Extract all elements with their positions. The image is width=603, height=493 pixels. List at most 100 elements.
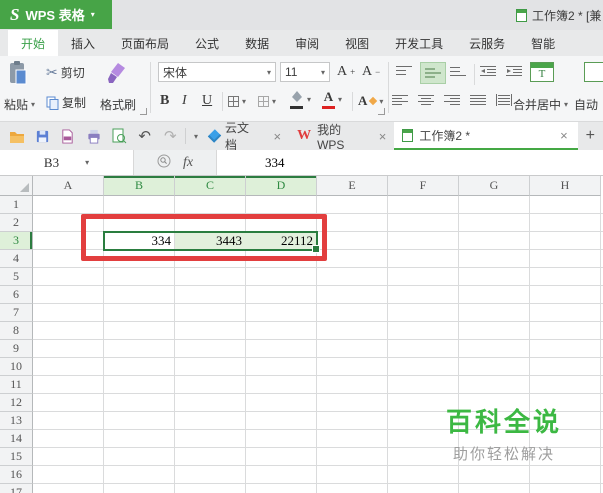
wrap-text-icon[interactable] (584, 62, 603, 82)
menu-tab-智能[interactable]: 智能 (518, 30, 568, 56)
menu-tab-开始[interactable]: 开始 (8, 30, 59, 56)
row-header-9[interactable]: 9 (0, 340, 33, 358)
row-header-1[interactable]: 1 (0, 196, 33, 214)
save-icon[interactable] (32, 125, 54, 147)
close-tab-icon[interactable]: × (273, 129, 281, 144)
doc-tab-label: 工作簿2 * (419, 128, 471, 143)
row-header-14[interactable]: 14 (0, 430, 33, 448)
watermark-subtitle: 助你轻松解决 (452, 446, 555, 463)
close-tab-icon[interactable]: × (379, 129, 387, 144)
row-header-8[interactable]: 8 (0, 322, 33, 340)
shading-button[interactable]: ▾ (258, 90, 276, 112)
menu-tab-视图[interactable]: 视图 (332, 30, 382, 56)
shrink-font-button[interactable]: A − (362, 64, 380, 80)
insert-function-icon[interactable]: fx (183, 155, 193, 171)
menu-tab-页面布局[interactable]: 页面布局 (108, 30, 182, 56)
close-tab-icon[interactable]: × (560, 128, 568, 143)
bold-label: B (160, 93, 170, 108)
grow-font-button[interactable]: A + (337, 64, 355, 80)
menu-tab-公式[interactable]: 公式 (182, 30, 232, 56)
customize-toolbar-icon[interactable]: ▾ (190, 132, 202, 141)
increase-indent-button[interactable] (506, 65, 522, 77)
copy-button[interactable]: 复制 (46, 94, 86, 111)
search-magnifier-icon[interactable] (157, 154, 171, 171)
row-header-3[interactable]: 3 (0, 232, 33, 250)
align-left-button[interactable] (392, 94, 408, 106)
row-header-12[interactable]: 12 (0, 394, 33, 412)
workbook-icon (516, 9, 527, 22)
row-header-10[interactable]: 10 (0, 358, 33, 376)
new-tab-button[interactable]: + (578, 122, 603, 150)
bold-button[interactable]: B (160, 90, 169, 112)
column-header-F[interactable]: F (388, 176, 459, 196)
doc-tab[interactable]: 云文档 × (202, 121, 289, 152)
eraser-icon (369, 96, 378, 106)
borders-button[interactable]: ▾ (228, 90, 246, 112)
wrap-icon (584, 62, 603, 82)
font-dialog-launcher[interactable] (378, 108, 385, 115)
menu-tab-开发工具[interactable]: 开发工具 (382, 30, 456, 56)
clipboard-icon (10, 61, 27, 85)
row-header-11[interactable]: 11 (0, 376, 33, 394)
wrap-text-button[interactable]: 自动 (574, 96, 598, 113)
doc-tab[interactable]: 工作簿2 * × (394, 122, 578, 150)
column-header-A[interactable]: A (33, 176, 104, 196)
italic-button[interactable]: I (182, 90, 187, 112)
paste-icon[interactable] (8, 60, 28, 86)
row-header-13[interactable]: 13 (0, 412, 33, 430)
select-all-corner[interactable] (0, 176, 33, 196)
row-header-5[interactable]: 5 (0, 268, 33, 286)
format-painter-button[interactable]: 格式刷 (100, 96, 136, 113)
align-bottom-button[interactable] (450, 65, 466, 77)
align-top-button[interactable] (396, 65, 412, 77)
decrease-indent-button[interactable] (480, 65, 496, 77)
undo-icon[interactable]: ↶ (134, 125, 156, 147)
column-header-G[interactable]: G (459, 176, 530, 196)
row-headers: 1 2 3 4 5 6 7 8 9 10 11 12 13 14 15 16 17 (0, 196, 33, 493)
font-name-select[interactable]: 宋体 ▾ (158, 62, 276, 82)
row-header-6[interactable]: 6 (0, 286, 33, 304)
row-header-4[interactable]: 4 (0, 250, 33, 268)
underline-button[interactable]: U (202, 90, 212, 112)
column-header-B[interactable]: B (104, 176, 175, 196)
merge-center-icon[interactable]: T (530, 62, 554, 82)
chevron-down-icon: ▾ (242, 96, 247, 106)
row-header-15[interactable]: 15 (0, 448, 33, 466)
row-header-7[interactable]: 7 (0, 304, 33, 322)
row-header-17[interactable]: 17 (0, 484, 33, 493)
redo-icon[interactable]: ↷ (159, 125, 181, 147)
menu-tabs: 开始 插入 页面布局 公式 数据 审阅 视图 开发工具 云服务 智能 (0, 30, 603, 56)
wps-app-menu-button[interactable]: S WPS 表格 ▾ (0, 0, 112, 29)
menu-tab-云服务[interactable]: 云服务 (456, 30, 518, 56)
clipboard-dialog-launcher[interactable] (140, 108, 147, 115)
open-folder-icon[interactable] (6, 125, 28, 147)
row-header-2[interactable]: 2 (0, 214, 33, 232)
align-middle-button[interactable] (420, 62, 446, 84)
row-header-16[interactable]: 16 (0, 466, 33, 484)
print-preview-icon[interactable] (108, 125, 130, 147)
menu-tab-数据[interactable]: 数据 (232, 30, 282, 56)
font-size-select[interactable]: 11 ▾ (280, 62, 330, 82)
formula-input[interactable]: 334 (217, 150, 603, 175)
align-center-button[interactable] (418, 94, 434, 106)
align-right-button[interactable] (444, 94, 460, 106)
column-header-C[interactable]: C (175, 176, 246, 196)
export-pdf-icon[interactable] (57, 125, 79, 147)
font-color-button[interactable]: A ▾ (322, 88, 342, 110)
paste-button[interactable]: 粘贴 ▾ (4, 96, 35, 113)
cut-button[interactable]: ✂ 剪切 (46, 64, 85, 81)
watermark-title: 百科全说 (445, 407, 562, 437)
format-painter-icon[interactable] (104, 61, 128, 85)
menu-tab-审阅[interactable]: 审阅 (282, 30, 332, 56)
fill-color-button[interactable]: ▾ (290, 88, 311, 110)
column-header-E[interactable]: E (317, 176, 388, 196)
print-icon[interactable] (83, 125, 105, 147)
column-header-H[interactable]: H (530, 176, 601, 196)
doc-tab[interactable]: W 我的WPS × (289, 122, 394, 152)
distribute-button[interactable] (496, 94, 512, 106)
merge-center-button[interactable]: 合并居中 ▾ (513, 96, 568, 113)
justify-button[interactable] (470, 94, 486, 106)
column-header-D[interactable]: D (246, 176, 317, 196)
name-box[interactable]: B3 ▾ (0, 150, 134, 175)
menu-tab-插入[interactable]: 插入 (58, 30, 108, 56)
